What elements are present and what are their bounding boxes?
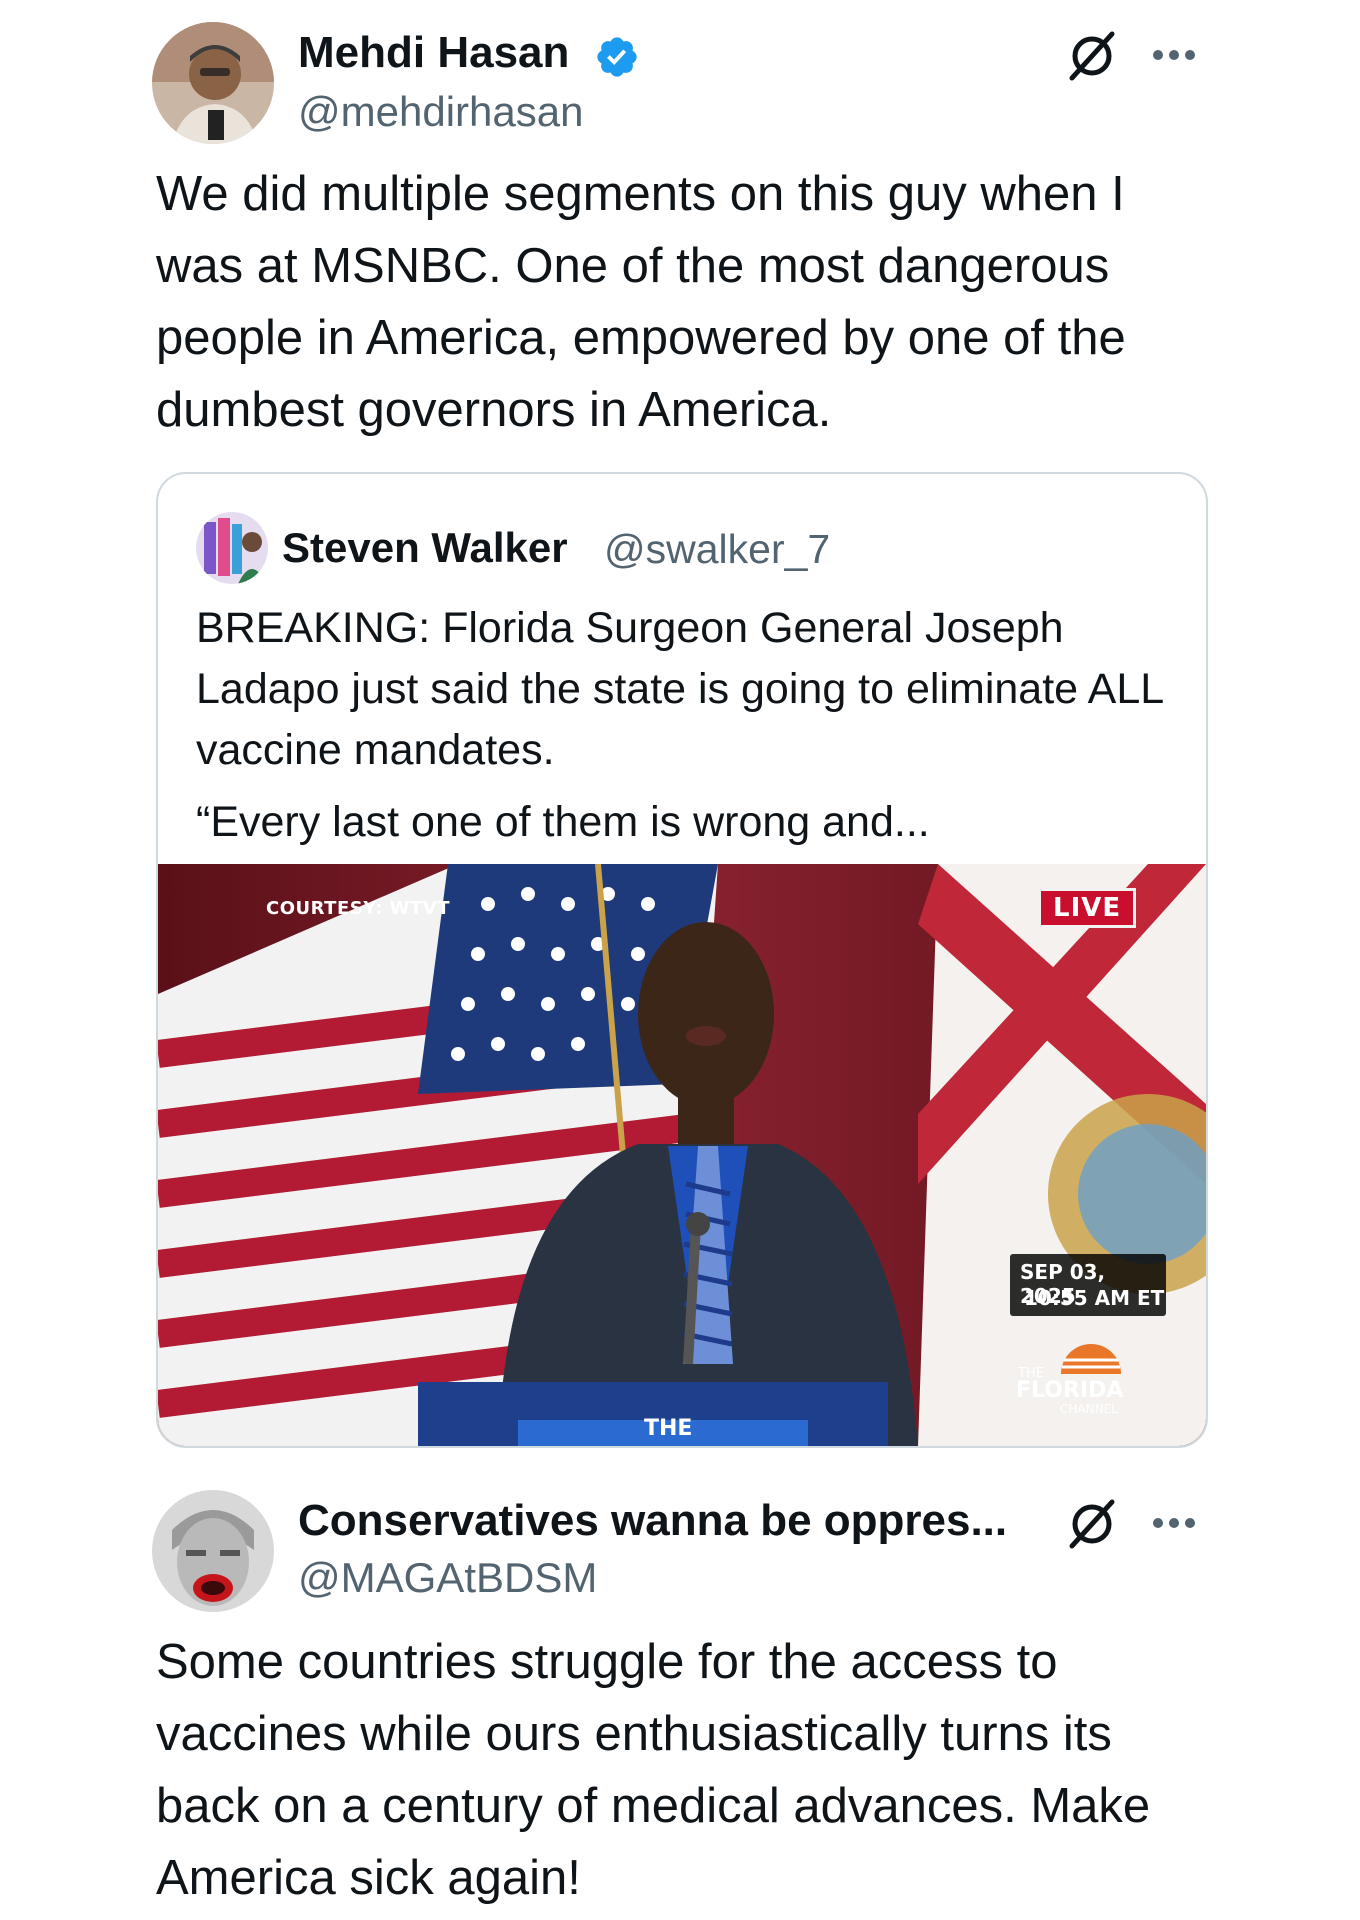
tweet-text-2: Some countries struggle for the access t… xyxy=(156,1635,1151,1905)
more-options-icon[interactable] xyxy=(1148,1508,1200,1538)
florida-channel-logo: THE FLORIDA CHANNEL xyxy=(1016,1336,1166,1432)
display-name[interactable]: Mehdi Hasan xyxy=(298,28,569,78)
quoted-media-video[interactable]: COURTESY: WTVT LIVE SEP 03, 2025 10:55 A… xyxy=(158,864,1206,1446)
tweet-text: We did multiple segments on this guy whe… xyxy=(156,167,1126,437)
handle[interactable]: @mehdirhasan xyxy=(298,88,583,136)
courtesy-label: COURTESY: WTVT xyxy=(266,898,450,919)
timestamp-time: 10:55 AM ET xyxy=(1024,1286,1165,1310)
verified-badge-icon xyxy=(594,34,640,80)
more-options-icon[interactable] xyxy=(1148,40,1200,70)
grok-slash-icon[interactable] xyxy=(1064,28,1120,84)
quoted-tweet-text: BREAKING: Florida Surgeon General Joseph… xyxy=(196,604,1163,774)
quoted-tweet-card[interactable]: Steven Walker @swalker_7 BREAKING: Flori… xyxy=(156,472,1208,1448)
quoted-handle[interactable]: @swalker_7 xyxy=(604,526,830,573)
logo-sub: CHANNEL xyxy=(1060,1402,1118,1416)
logo-name: FLORIDA xyxy=(1016,1378,1124,1403)
live-badge: LIVE xyxy=(1038,888,1137,928)
handle-2[interactable]: @MAGAtBDSM xyxy=(298,1554,597,1602)
podium-text: THE xyxy=(644,1416,693,1441)
avatar-magatbdsm[interactable] xyxy=(152,1490,274,1612)
grok-slash-icon[interactable] xyxy=(1064,1496,1120,1552)
timestamp-overlay: SEP 03, 2025 10:55 AM ET xyxy=(1010,1254,1166,1316)
quoted-tweet-text-continued: “Every last one of them is wrong and... xyxy=(196,798,930,846)
display-name-2[interactable]: Conservatives wanna be oppres... xyxy=(298,1496,1007,1546)
sunrise-logo-icon xyxy=(1061,1344,1121,1374)
quoted-display-name[interactable]: Steven Walker xyxy=(282,524,568,572)
avatar-mehdi-hasan[interactable] xyxy=(152,22,274,144)
avatar-steven-walker[interactable] xyxy=(196,512,268,584)
